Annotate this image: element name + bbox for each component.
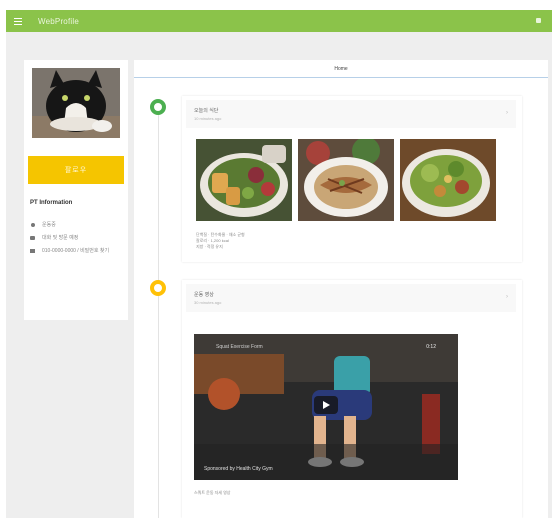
- play-icon[interactable]: [314, 396, 338, 414]
- post-footer: 스쿼트 운동 자세 영상: [194, 490, 231, 495]
- info-item: 010-0000-0000 / 비밀번호 찾기: [30, 244, 126, 257]
- post-card: 운동 영상 30 minutes ago › Squat Exercise Fo…: [182, 280, 522, 518]
- video-time: 0:12: [426, 344, 436, 350]
- info-item: 운동중: [30, 218, 126, 231]
- follow-button[interactable]: 팔로우: [28, 156, 124, 184]
- chat-icon: [30, 235, 35, 240]
- salad-bowl-photo[interactable]: [196, 139, 292, 221]
- menu-icon[interactable]: [14, 17, 22, 25]
- info-item-text: 대화 및 방문 예정: [42, 235, 79, 241]
- video-title: Squat Exercise Form: [216, 344, 263, 350]
- info-heading: PT Information: [30, 200, 73, 206]
- avatar[interactable]: [32, 68, 120, 138]
- timeline-marker: [150, 280, 166, 296]
- chevron-right-icon[interactable]: ›: [506, 294, 508, 300]
- noodle-soup-photo[interactable]: [298, 139, 394, 221]
- post-text-line: 지방 · 적정 유지: [196, 244, 223, 249]
- info-list: 운동중 대화 및 방문 예정 010-0000-0000 / 비밀번호 찾기: [30, 218, 126, 257]
- post-card: 오늘의 식단 10 minutes ago › 단백질 · 탄수화물 · 채소 …: [182, 96, 522, 262]
- post-title: 운동 영상: [194, 292, 214, 298]
- info-item: 대화 및 방문 예정: [30, 231, 126, 244]
- timeline-marker: [150, 99, 166, 115]
- more-icon[interactable]: [536, 18, 542, 24]
- location-icon: [30, 222, 35, 227]
- profile-card: 팔로우 PT Information 운동중 대화 및 방문 예정 010-00…: [24, 60, 128, 320]
- post-header[interactable]: 운동 영상 30 minutes ago ›: [186, 284, 516, 312]
- vegetable-salad-photo[interactable]: [400, 139, 496, 221]
- timeline-line: [158, 110, 159, 518]
- app-title: WebProfile: [38, 16, 79, 26]
- tab-bar: Home: [134, 60, 548, 78]
- post-title: 오늘의 식단: [194, 108, 219, 114]
- post-time: 10 minutes ago: [194, 116, 222, 121]
- tab-home[interactable]: Home: [134, 60, 548, 78]
- info-item-text: 운동중: [42, 222, 56, 228]
- post-time: 30 minutes ago: [194, 300, 222, 305]
- video-caption: Sponsored by Health City Gym: [204, 466, 273, 472]
- chevron-right-icon[interactable]: ›: [506, 110, 508, 116]
- mail-icon: [30, 248, 35, 253]
- app-bar: WebProfile: [6, 10, 552, 32]
- video-player[interactable]: Squat Exercise Form 0:12 Sponsored by He…: [194, 334, 458, 480]
- tab-indicator: [134, 77, 548, 78]
- post-text: 단백질 · 탄수화물 · 채소 균형 칼로리 · 1,200 kcal 지방 ·…: [196, 232, 245, 250]
- post-header[interactable]: 오늘의 식단 10 minutes ago ›: [186, 100, 516, 128]
- info-item-text: 010-0000-0000 / 비밀번호 찾기: [42, 248, 110, 254]
